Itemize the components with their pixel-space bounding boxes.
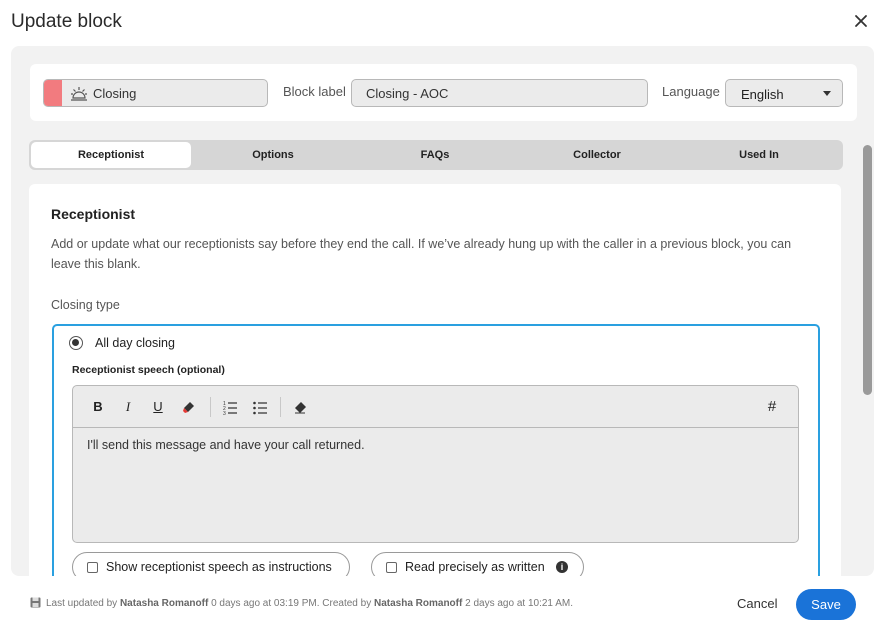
close-icon[interactable] [852,12,870,30]
closing-option-card: All day closing Receptionist speech (opt… [52,324,820,576]
italic-icon[interactable]: I [120,399,136,415]
dialog-header: Update block [0,0,882,44]
read-precisely-option[interactable]: Read precisely as written i [371,552,584,576]
last-updated-info: Last updated by Natasha Romanoff 0 days … [46,598,573,609]
show-as-instructions-checkbox[interactable] [87,562,98,573]
show-as-instructions-option[interactable]: Show receptionist speech as instructions [72,552,350,576]
scrollbar[interactable] [863,145,872,395]
all-day-closing-label: All day closing [95,336,175,350]
read-precisely-checkbox[interactable] [386,562,397,573]
cancel-button[interactable]: Cancel [737,596,777,611]
hashtag-icon[interactable]: # [764,399,780,415]
block-type-field[interactable]: Closing [43,79,268,107]
toolbar-divider [210,397,211,417]
save-icon [30,597,41,608]
updated-when: 0 days ago at 03:19 PM. Created by [211,598,372,609]
block-settings-card: Closing Block label Closing - AOC Langua… [30,64,857,121]
toolbar-divider [280,397,281,417]
show-as-instructions-label: Show receptionist speech as instructions [106,560,332,574]
updated-prefix: Last updated by [46,598,118,609]
eraser-icon[interactable] [292,399,308,415]
speech-editor: B I U 1 2 3 # I'll send this message and… [72,385,799,543]
caret-down-icon [823,91,831,96]
updated-by: Natasha Romanoff [119,598,209,609]
save-button[interactable]: Save [796,589,856,620]
numbered-list-icon[interactable]: 1 2 3 [222,399,238,415]
tab-receptionist[interactable]: Receptionist [31,142,191,168]
tab-faqs[interactable]: FAQs [355,142,515,168]
all-day-closing-radio[interactable] [69,336,83,350]
speech-text[interactable]: I'll send this message and have your cal… [87,438,365,452]
receptionist-speech-label: Receptionist speech (optional) [72,364,225,376]
dialog-body: Closing Block label Closing - AOC Langua… [11,46,874,576]
dialog-title: Update block [11,11,122,32]
closing-type-label: Closing type [51,298,120,312]
language-value: English [741,87,784,102]
bold-icon[interactable]: B [90,399,106,415]
info-icon[interactable]: i [556,561,568,573]
underline-icon[interactable]: U [150,399,166,415]
bullet-list-icon[interactable] [252,399,268,415]
tab-options[interactable]: Options [193,142,353,168]
read-precisely-label: Read precisely as written [405,560,545,574]
block-label-label: Block label [283,84,346,99]
block-color-swatch [44,80,62,106]
language-select[interactable]: English [725,79,843,107]
block-type-label: Closing [93,86,137,101]
tab-bar: Receptionist Options FAQs Collector Used… [29,140,843,170]
editor-toolbar: B I U 1 2 3 # [73,386,798,428]
block-label-input[interactable]: Closing - AOC [351,79,648,107]
receptionist-panel: Receptionist Add or update what our rece… [29,184,841,576]
highlighter-icon[interactable] [181,399,197,415]
tab-used-in[interactable]: Used In [679,142,839,168]
created-when: 2 days ago at 10:21 AM. [465,598,573,609]
created-by: Natasha Romanoff [373,598,463,609]
language-label: Language [662,84,720,99]
section-title: Receptionist [51,206,136,222]
tab-collector[interactable]: Collector [517,142,677,168]
section-description: Add or update what our receptionists say… [51,237,792,271]
sunset-icon [71,87,87,101]
svg-text:3: 3 [223,411,226,415]
